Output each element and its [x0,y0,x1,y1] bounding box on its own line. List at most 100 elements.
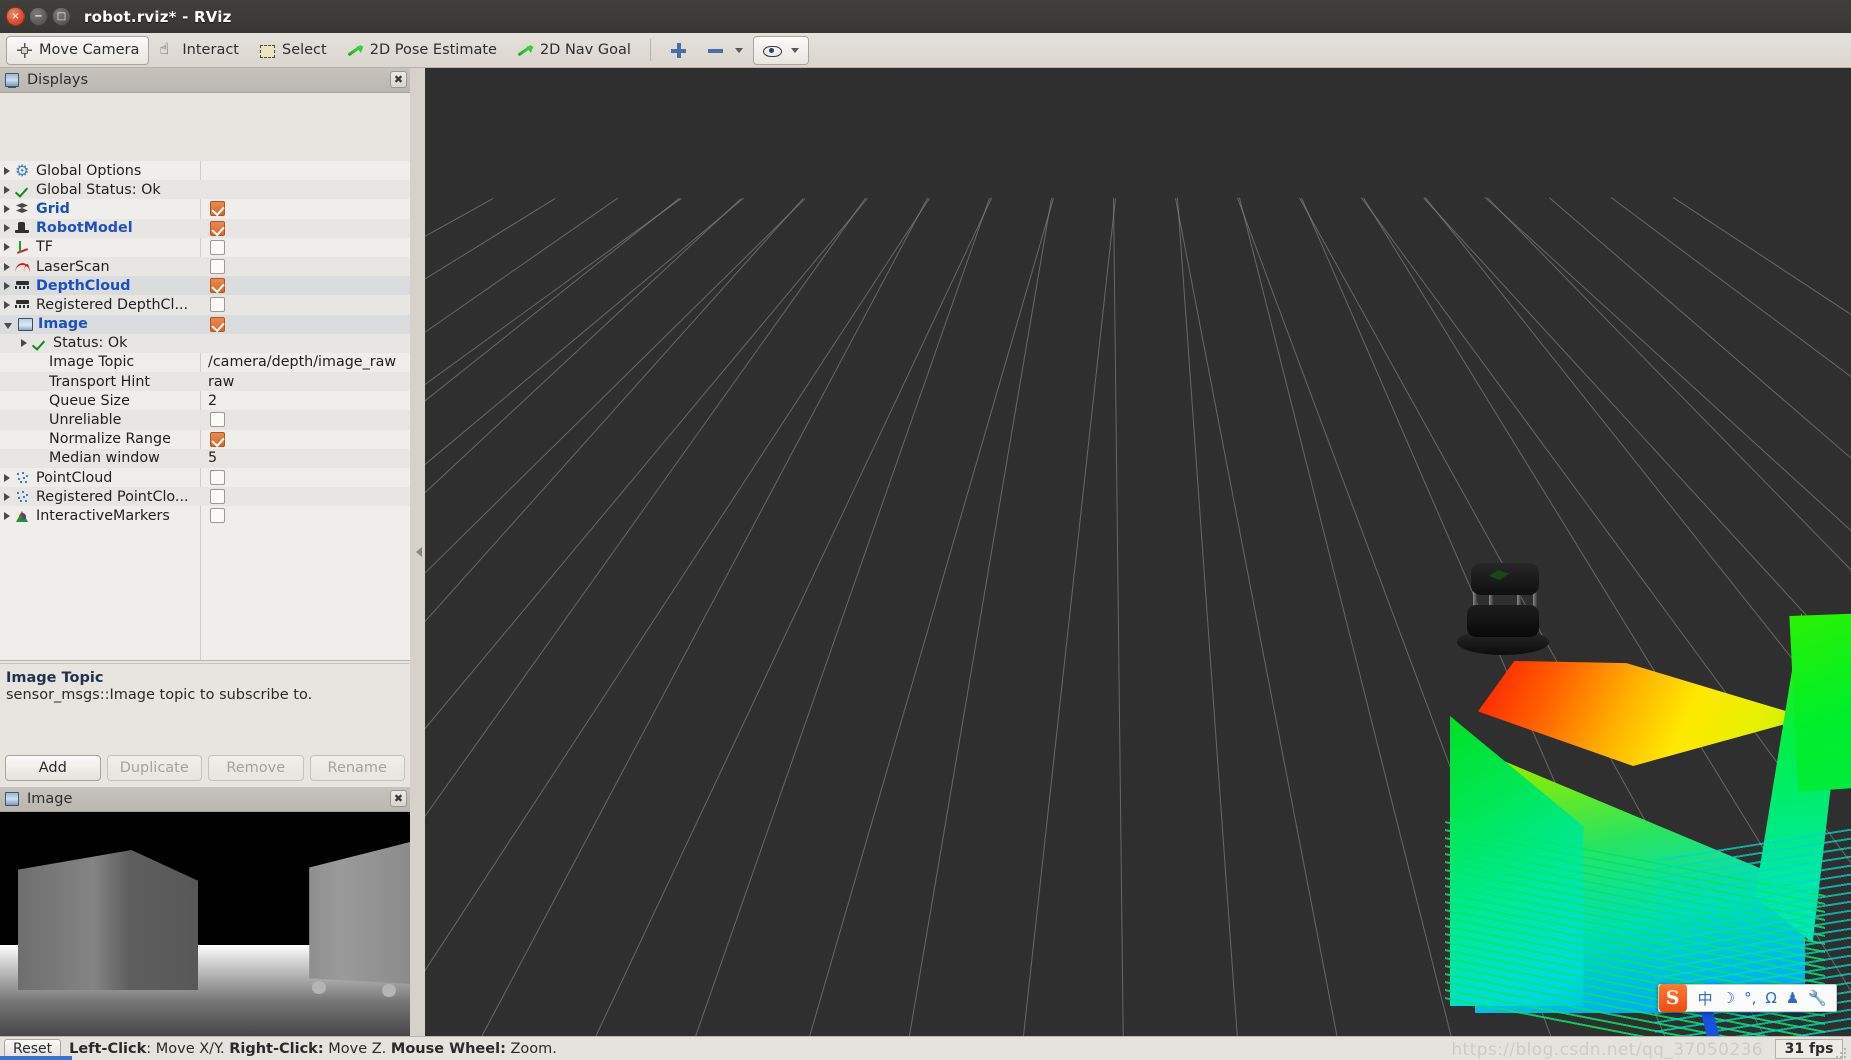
chevron-down-icon[interactable] [734,47,743,53]
close-displays-panel-button[interactable]: ✖ [390,71,407,88]
display-enable-checkbox[interactable] [210,258,225,274]
chevron-right-icon[interactable] [4,224,10,233]
chevron-right-icon[interactable] [4,492,10,501]
depth-image-view[interactable] [0,812,410,1060]
display-row-label: Transport Hint [49,373,151,390]
ime-settings-icon[interactable]: 🔧 [1808,989,1827,1007]
display-enable-checkbox[interactable] [210,297,225,313]
robot-icon [15,221,31,235]
display-row-registered-depthcl[interactable]: Registered DepthCl... [0,295,410,315]
close-icon: ✖ [393,73,404,86]
status-hint-part: Mouse Wheel: [390,1040,506,1057]
display-enable-checkbox[interactable] [210,508,225,524]
display-row-normalize-range[interactable]: Normalize Range [0,430,410,449]
minimize-window-button[interactable]: − [29,7,48,26]
display-enable-checkbox[interactable] [210,431,225,447]
title-bar: × − □ robot.rviz* - RViz [0,0,1851,33]
display-enable-checkbox[interactable] [210,316,225,332]
grid-line [425,198,868,1036]
display-row-median-window[interactable]: Median window 5 [0,448,410,468]
remove-tool-button[interactable] [697,36,753,65]
tool-select[interactable]: Select [249,36,337,65]
display-row-value[interactable]: 5 [208,450,217,466]
remove-display-button[interactable]: Remove [208,755,304,781]
collapse-arrow-icon[interactable] [415,547,422,557]
gear-icon [15,161,31,180]
chevron-right-icon[interactable] [4,166,10,175]
rename-display-button[interactable]: Rename [309,755,405,781]
chevron-right-icon[interactable] [21,339,27,348]
maximize-window-button[interactable]: □ [52,7,71,26]
minimize-icon: − [34,10,43,22]
display-row-value[interactable]: raw [208,374,234,390]
focus-camera-button[interactable] [752,35,809,65]
display-row-value[interactable]: /camera/depth/image_raw [208,354,396,370]
dock-splitter[interactable] [412,68,425,1036]
display-row-label: Global Status: Ok [36,181,161,198]
status-hint-part: : Move X/Y. [146,1040,230,1057]
display-row-robotmodel[interactable]: RobotModel [0,218,410,238]
display-action-buttons: Add Duplicate Remove Rename [0,751,410,785]
display-row-tf[interactable]: TF [0,238,410,257]
display-row-transport-hint[interactable]: Transport Hint raw [0,372,410,392]
grid-line [625,198,990,1036]
display-row-unreliable[interactable]: Unreliable [0,410,410,430]
chevron-right-icon[interactable] [4,243,10,252]
status-hint-part: Move Z. [323,1040,391,1057]
display-row-depthcloud[interactable]: DepthCloud [0,276,410,296]
ime-skin-icon[interactable]: ♟ [1786,989,1799,1007]
close-window-button[interactable]: × [6,7,25,26]
grid-line [425,198,804,1036]
display-row-registered-pointclo[interactable]: Registered PointClo... [0,487,410,507]
chevron-right-icon[interactable] [4,300,10,309]
display-row-interactivemarkers[interactable]: InteractiveMarkers [0,506,410,525]
duplicate-display-button[interactable]: Duplicate [106,755,202,781]
display-row-value[interactable]: 2 [208,393,217,409]
ime-moon-icon[interactable]: ☽ [1722,989,1735,1007]
resize-grip[interactable] [1836,1046,1848,1058]
display-row-global-options[interactable]: Global Options [0,161,410,180]
chevron-right-icon[interactable] [4,204,10,213]
display-row-image[interactable]: Image [0,314,410,334]
tool-2d-nav-goal[interactable]: 2D Nav Goal [507,36,641,65]
chevron-down-icon[interactable] [790,47,799,53]
3d-viewport[interactable]: S 中 ☽ °, Ω ♟ 🔧 [425,68,1851,1036]
ime-punctuation-icon[interactable]: °, [1744,989,1756,1007]
display-enable-checkbox[interactable] [210,278,225,294]
sogou-logo-icon[interactable]: S [1658,984,1687,1012]
ime-toolbar[interactable]: S 中 ☽ °, Ω ♟ 🔧 [1657,984,1837,1012]
chevron-down-icon[interactable] [4,322,12,329]
chevron-right-icon[interactable] [4,262,10,271]
chevron-right-icon[interactable] [4,185,10,194]
close-image-panel-button[interactable]: ✖ [390,790,407,807]
add-display-button[interactable]: Add [5,755,101,781]
display-row-laserscan[interactable]: LaserScan [0,256,410,277]
tool-2d-pose-estimate[interactable]: 2D Pose Estimate [337,36,507,65]
display-enable-checkbox[interactable] [210,470,225,485]
display-enable-checkbox[interactable] [210,489,225,505]
display-enable-checkbox[interactable] [210,201,225,217]
display-row-queue-size[interactable]: Queue Size 2 [0,391,410,410]
add-tool-button[interactable] [660,36,697,65]
status-hint-part: Right-Click: [229,1040,324,1057]
chevron-right-icon[interactable] [4,511,10,520]
display-enable-checkbox[interactable] [210,220,225,236]
ime-chinese-mode-icon[interactable]: 中 [1698,988,1713,1009]
tool-move-camera[interactable]: Move Camera [6,35,150,65]
chevron-right-icon[interactable] [4,281,10,290]
tool-2d-nav-goal-label: 2D Nav Goal [539,42,631,58]
display-row-grid[interactable]: Grid [0,199,410,218]
grid-line [501,198,992,1036]
display-enable-checkbox[interactable] [210,412,225,428]
display-row-image-topic[interactable]: Image Topic/camera/depth/image_raw [0,353,410,372]
green-arrow-icon [517,42,534,59]
displays-tree[interactable]: Global Options Global Status: Ok Grid Robot… [0,161,410,661]
grid-line [751,198,1054,1036]
display-row-status-ok[interactable]: Status: Ok [0,333,410,353]
tool-interact[interactable]: Interact [149,36,249,65]
chevron-right-icon[interactable] [4,473,10,482]
display-row-global-status-ok[interactable]: Global Status: Ok [0,180,410,200]
display-row-pointcloud[interactable]: PointCloud [0,468,410,487]
display-enable-checkbox[interactable] [210,239,225,255]
ime-symbols-icon[interactable]: Ω [1765,989,1776,1007]
